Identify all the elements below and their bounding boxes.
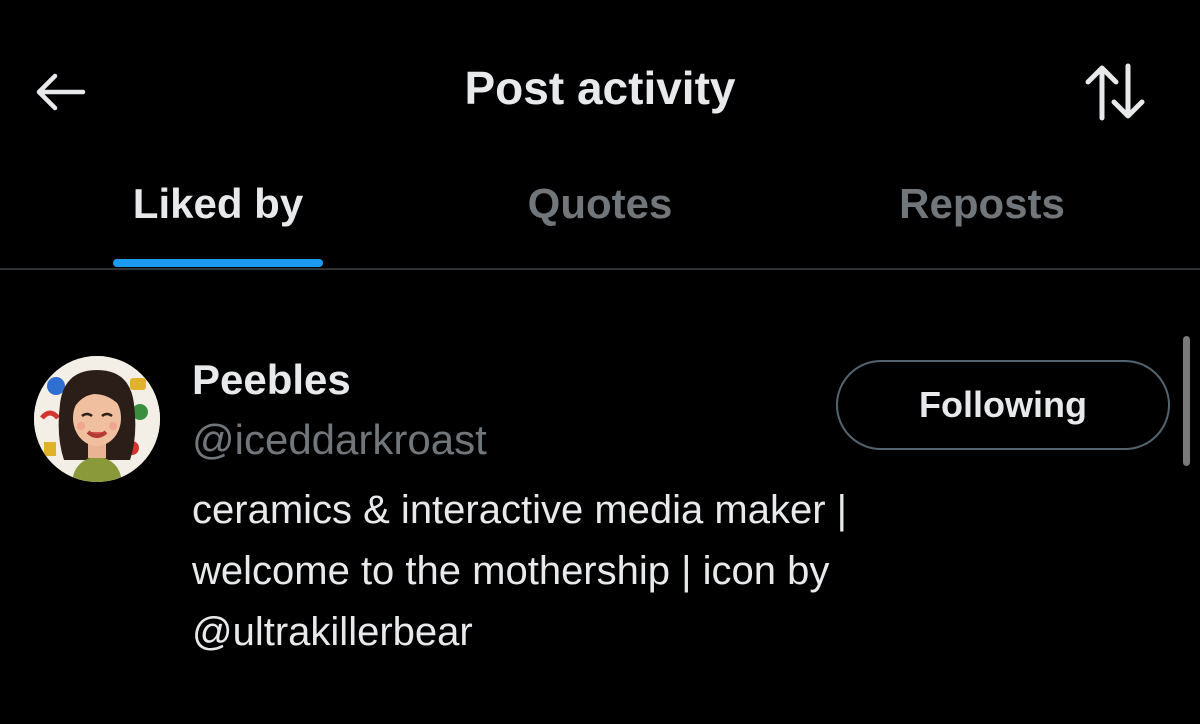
- arrow-left-icon: [36, 73, 86, 111]
- divider: [0, 268, 1200, 270]
- bio-mention-link[interactable]: @ultrakillerbear: [192, 602, 1092, 663]
- sort-arrows-icon: [1085, 63, 1145, 121]
- user-list-item[interactable]: Peebles @iceddarkroast Following ceramic…: [0, 330, 1180, 670]
- display-name[interactable]: Peebles: [192, 350, 351, 410]
- top-bar: Post activity: [0, 0, 1200, 170]
- tab-label: Quotes: [527, 180, 673, 227]
- tab-liked-by[interactable]: Liked by: [113, 160, 323, 268]
- tab-reposts[interactable]: Reposts: [860, 160, 1104, 268]
- back-button[interactable]: [22, 54, 98, 130]
- bio-line: ceramics & interactive media maker |: [192, 488, 848, 532]
- scrollbar[interactable]: [1183, 336, 1190, 466]
- bio-line: welcome to the mothership | icon by: [192, 549, 830, 593]
- user-bio: ceramics & interactive media maker | wel…: [192, 480, 1092, 663]
- avatar-illustration: [34, 356, 160, 482]
- user-handle: @iceddarkroast: [192, 416, 487, 463]
- tab-bar: Liked by Quotes Reposts: [0, 160, 1200, 268]
- sort-button[interactable]: [1074, 54, 1158, 130]
- tab-quotes[interactable]: Quotes: [480, 160, 720, 268]
- tab-label: Reposts: [899, 180, 1065, 227]
- avatar[interactable]: [34, 356, 160, 482]
- following-button[interactable]: Following: [836, 360, 1170, 450]
- page-title: Post activity: [464, 62, 736, 114]
- active-tab-indicator: [113, 259, 323, 267]
- tab-label: Liked by: [132, 180, 304, 227]
